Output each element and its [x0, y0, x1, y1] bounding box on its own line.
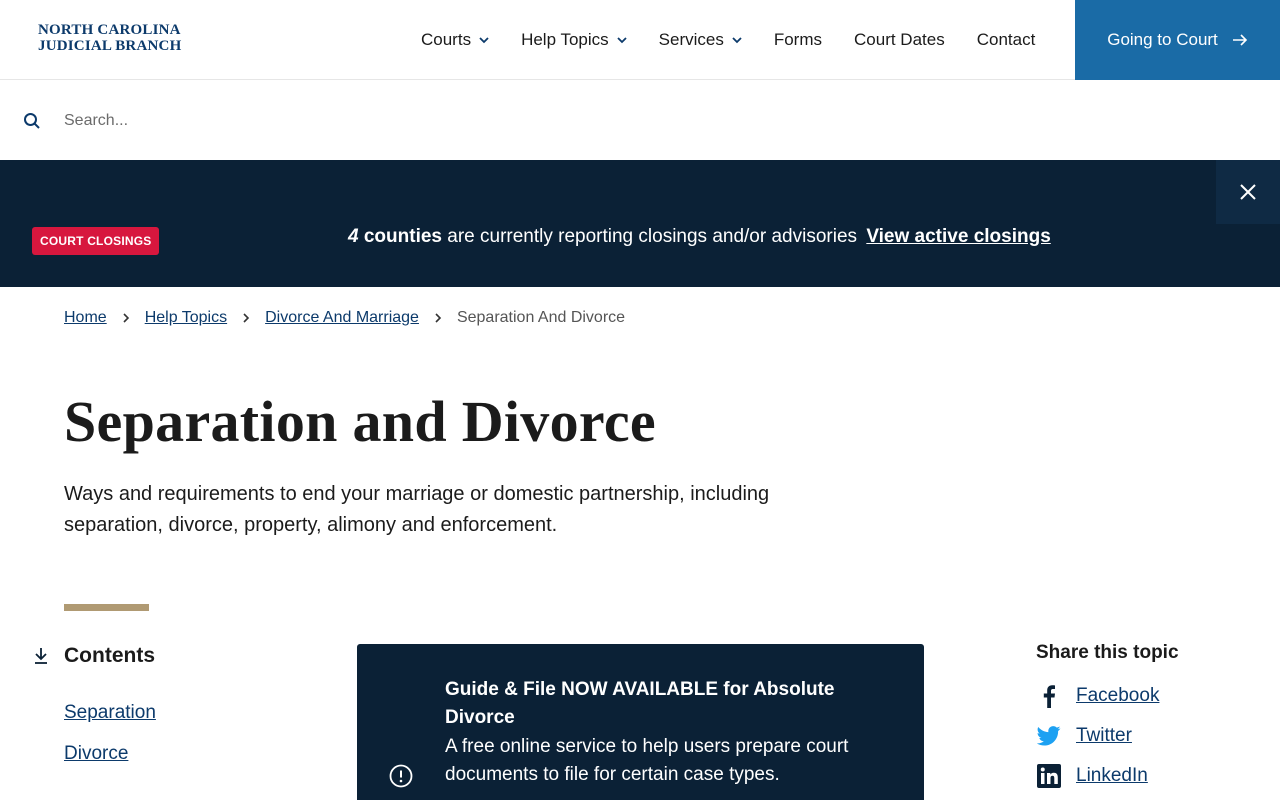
alert-text: are currently reporting closings and/or …	[447, 226, 858, 247]
alert-counties-label: counties	[363, 226, 442, 247]
page-title: Separation and Divorce	[64, 389, 656, 454]
share-twitter[interactable]: Twitter	[1036, 716, 1179, 756]
exclamation-circle-icon	[389, 764, 413, 788]
chevron-right-icon	[419, 313, 457, 323]
facebook-icon	[1036, 683, 1062, 709]
chevron-right-icon	[107, 313, 145, 323]
court-closings-badge: COURT CLOSINGS	[32, 227, 160, 255]
site-header: NORTH CAROLINA JUDICIAL BRANCH Courts He…	[0, 0, 1280, 80]
close-alert-button[interactable]	[1216, 160, 1280, 224]
share-facebook[interactable]: Facebook	[1036, 676, 1179, 716]
share-linkedin[interactable]: LinkedIn	[1036, 756, 1179, 796]
going-to-court-label: Going to Court	[1107, 30, 1218, 49]
view-active-closings-link[interactable]: View active closings	[866, 226, 1050, 247]
nav-item-forms[interactable]: Forms	[758, 30, 838, 50]
site-logo[interactable]: NORTH CAROLINA JUDICIAL BRANCH	[38, 22, 181, 54]
title-divider	[64, 604, 149, 611]
alert-count: 4	[348, 226, 359, 247]
search-input[interactable]	[64, 107, 664, 135]
search-icon[interactable]	[23, 112, 41, 130]
guide-title: Guide & File NOW AVAILABLE for Absolute …	[445, 679, 835, 728]
contents-link-separation[interactable]: Separation	[64, 702, 156, 724]
collapse-contents-icon[interactable]	[32, 646, 50, 666]
court-closings-alert: COURT CLOSINGS 4 counties are currently …	[0, 160, 1280, 287]
breadcrumb-divorce-and-marriage[interactable]: Divorce And Marriage	[265, 309, 419, 327]
contents-header: Contents	[32, 644, 155, 668]
chevron-right-icon	[227, 313, 265, 323]
share-title: Share this topic	[1036, 642, 1179, 663]
breadcrumb: Home Help Topics Divorce And Marriage Se…	[64, 309, 625, 327]
contents-list: Separation Divorce	[64, 702, 156, 784]
logo-line-2: JUDICIAL BRANCH	[38, 38, 182, 54]
main-nav: Courts Help Topics Services Forms Court …	[405, 0, 1051, 80]
linkedin-icon	[1036, 763, 1062, 789]
chevron-down-icon	[479, 37, 489, 44]
nav-item-label: Help Topics	[521, 30, 609, 49]
nav-item-court-dates[interactable]: Court Dates	[838, 30, 961, 50]
nav-item-label: Courts	[421, 30, 472, 49]
share-label: Twitter	[1076, 725, 1132, 746]
nav-item-label: Court Dates	[854, 30, 945, 49]
guide-and-file-card[interactable]: Guide & File NOW AVAILABLE for Absolute …	[357, 644, 924, 800]
nav-item-help-topics[interactable]: Help Topics	[505, 30, 643, 50]
twitter-icon	[1036, 723, 1062, 749]
breadcrumb-help-topics[interactable]: Help Topics	[145, 309, 227, 327]
search-bar	[0, 81, 1280, 160]
nav-item-label: Forms	[773, 30, 823, 49]
nav-item-services[interactable]: Services	[643, 30, 758, 50]
chevron-down-icon	[617, 37, 627, 44]
logo-line-1: NORTH CAROLINA	[38, 22, 181, 38]
close-icon	[1240, 184, 1256, 200]
share-panel: Share this topic Facebook Twitter Linked…	[1036, 642, 1179, 796]
breadcrumb-current: Separation And Divorce	[456, 309, 626, 326]
guide-body: A free online service to help users prep…	[445, 736, 849, 785]
nav-item-contact[interactable]: Contact	[961, 30, 1052, 50]
contents-title: Contents	[64, 644, 155, 667]
share-label: LinkedIn	[1076, 765, 1148, 786]
breadcrumb-home[interactable]: Home	[64, 309, 107, 327]
chevron-down-icon	[732, 37, 742, 44]
going-to-court-button[interactable]: Going to Court	[1075, 0, 1280, 80]
nav-item-label: Services	[658, 30, 724, 49]
nav-item-label: Contact	[976, 30, 1036, 49]
contents-link-divorce[interactable]: Divorce	[64, 743, 156, 765]
page-lede: Ways and requirements to end your marria…	[64, 483, 770, 536]
arrow-right-icon	[1232, 34, 1247, 46]
nav-item-courts[interactable]: Courts	[405, 30, 505, 50]
alert-message: 4 counties are currently reporting closi…	[348, 226, 1051, 248]
share-label: Facebook	[1076, 685, 1160, 706]
